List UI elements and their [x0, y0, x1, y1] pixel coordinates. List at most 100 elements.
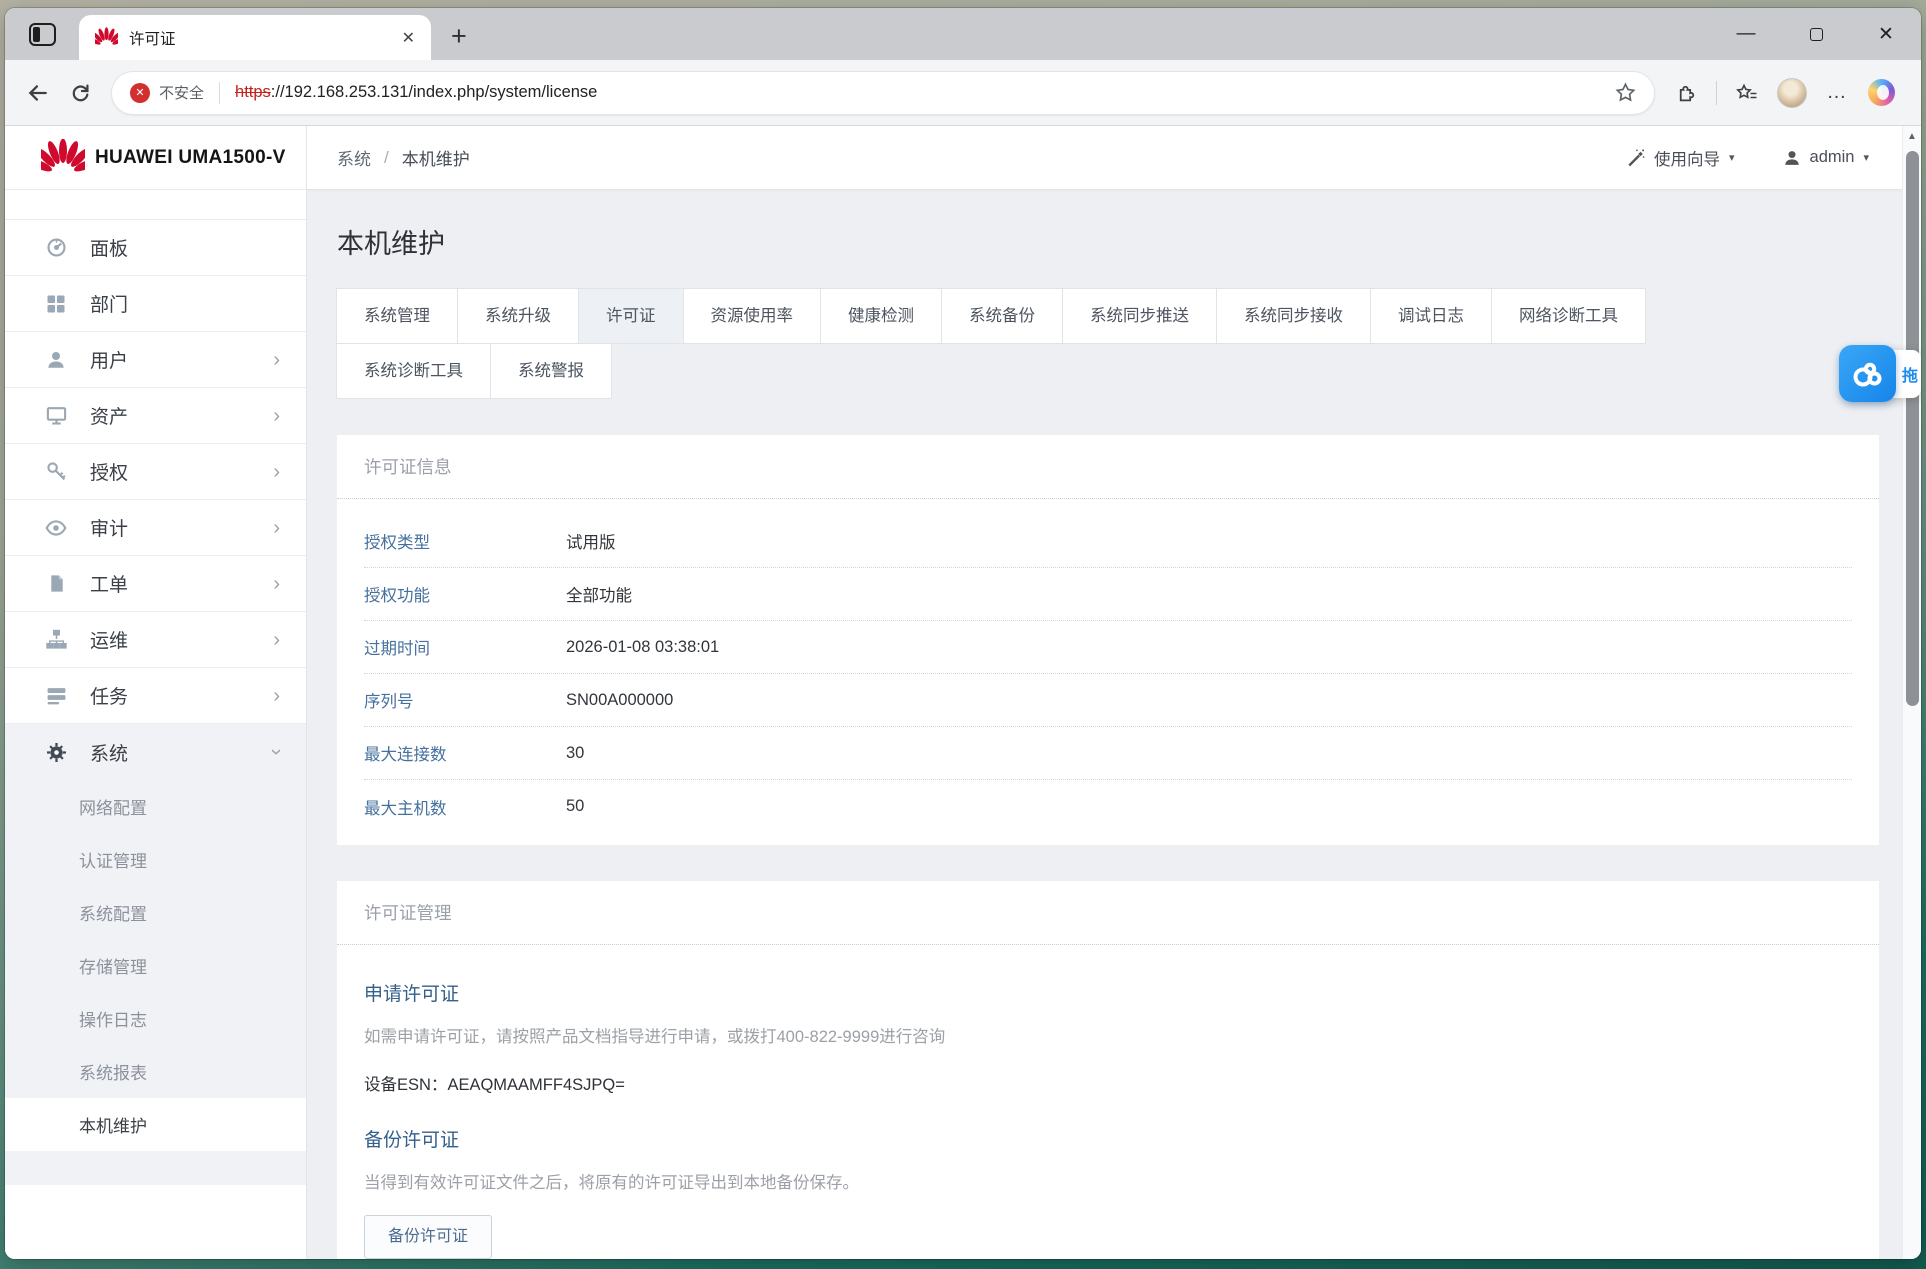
refresh-button[interactable]	[59, 72, 101, 114]
tab-title: 许可证	[129, 27, 391, 49]
doc-icon	[45, 573, 67, 595]
tab-network-diag[interactable]: 网络诊断工具	[1491, 288, 1646, 344]
url-scheme-struck: https	[235, 83, 271, 101]
backup-license-heading: 备份许可证	[364, 1125, 1852, 1152]
user-label: admin	[1810, 148, 1855, 167]
device-esn-label: 设备ESN：	[364, 1076, 447, 1094]
tab-resource-usage[interactable]: 资源使用率	[683, 288, 822, 344]
tab-sync-receive[interactable]: 系统同步接收	[1216, 288, 1371, 344]
header-actions: 使用向导 ▾ admin ▾	[1588, 146, 1869, 170]
sidebar-item-audit[interactable]: 审计 ›	[5, 500, 306, 556]
license-mgmt-card: 许可证管理 申请许可证 如需申请许可证，请按照产品文档指导进行申请，或拨打400…	[337, 881, 1879, 1259]
user-icon	[1783, 149, 1801, 167]
page-scrollbar[interactable]: ▲	[1902, 126, 1921, 1259]
puzzle-icon	[1676, 82, 1697, 103]
sidebar-item-asset[interactable]: 资产 ›	[5, 388, 306, 444]
main-area: 系统 / 本机维护 使用向导 ▾	[307, 126, 1921, 1259]
tab-system-alert[interactable]: 系统警报	[490, 343, 612, 399]
key-icon	[45, 461, 67, 483]
sidebar-subitem-auth-mgmt[interactable]: 认证管理	[5, 833, 306, 886]
sidebar-item-ticket[interactable]: 工单 ›	[5, 556, 306, 612]
sidebar-subitem-system-report[interactable]: 系统报表	[5, 1045, 306, 1098]
url-text[interactable]: https://192.168.253.131/index.php/system…	[235, 83, 1615, 102]
address-divider	[219, 82, 220, 104]
browser-tab[interactable]: 许可证 ✕	[79, 15, 431, 60]
bookmark-button[interactable]	[1615, 82, 1636, 103]
toolbar-divider	[1716, 81, 1717, 105]
brand-logo-block: HUAWEI UMA1500-V	[5, 126, 306, 190]
refresh-icon	[70, 82, 91, 103]
sidebar-item-task[interactable]: 任务 ›	[5, 668, 306, 724]
tab-sync-push[interactable]: 系统同步推送	[1062, 288, 1217, 344]
netdisk-float-button[interactable]	[1839, 345, 1896, 402]
eye-icon	[45, 517, 67, 539]
sidebar-subitem-system-config[interactable]: 系统配置	[5, 886, 306, 939]
tab-system-mgmt[interactable]: 系统管理	[336, 288, 458, 344]
huawei-favicon-icon	[95, 27, 118, 48]
backup-license-button[interactable]: 备份许可证	[364, 1215, 492, 1259]
wizard-menu[interactable]: 使用向导 ▾	[1626, 146, 1735, 170]
monitor-icon	[45, 405, 67, 427]
user-caret-icon: ▾	[1863, 151, 1869, 164]
sidebar-item-authorization[interactable]: 授权 ›	[5, 444, 306, 500]
sidebar-item-ops[interactable]: 运维 ›	[5, 612, 306, 668]
device-esn-line: 设备ESN：AEAQMAAMFF4SJPQ=	[364, 1071, 1852, 1095]
sitemap-icon	[45, 629, 67, 651]
tab-system-diag[interactable]: 系统诊断工具	[336, 343, 491, 399]
huawei-logo-icon	[41, 139, 85, 177]
device-esn-value: AEAQMAAMFF4SJPQ=	[447, 1076, 624, 1094]
tab-actions-icon[interactable]	[29, 23, 56, 46]
sidebar-subitem-storage-mgmt[interactable]: 存储管理	[5, 939, 306, 992]
netdisk-cloud-icon	[1851, 359, 1885, 389]
license-info-row-item: 序列号 SN00A000000	[364, 674, 1852, 727]
license-info-row-item: 过期时间 2026-01-08 03:38:01	[364, 621, 1852, 674]
app-header: 系统 / 本机维护 使用向导 ▾	[307, 126, 1921, 190]
not-secure-icon: ✕	[130, 83, 150, 103]
maximize-button[interactable]	[1781, 8, 1851, 60]
license-mgmt-body: 申请许可证 如需申请许可证，请按照产品文档指导进行申请，或拨打400-822-9…	[337, 945, 1879, 1259]
sidebar-item-system[interactable]: 系统 ›	[5, 724, 306, 780]
sidebar-item-dashboard[interactable]: 面板	[5, 220, 306, 276]
sidebar-subitem-local-maintenance[interactable]: 本机维护	[5, 1098, 306, 1151]
chevron-icon: ›	[273, 574, 280, 594]
apply-license-heading: 申请许可证	[364, 979, 1852, 1006]
license-info-row-item: 最大主机数 50	[364, 780, 1852, 833]
tab-license[interactable]: 许可证	[578, 288, 684, 344]
license-info-title: 许可证信息	[337, 435, 1879, 499]
user-menu[interactable]: admin ▾	[1783, 148, 1869, 167]
tab-debug-log[interactable]: 调试日志	[1370, 288, 1492, 344]
magic-wand-icon	[1626, 148, 1645, 167]
sidebar-item-department[interactable]: 部门	[5, 276, 306, 332]
minimize-button[interactable]: —	[1711, 8, 1781, 60]
breadcrumb-root[interactable]: 系统	[337, 145, 371, 170]
profile-avatar[interactable]	[1777, 78, 1807, 108]
settings-more-button[interactable]: …	[1816, 72, 1858, 114]
scrollbar-up-icon[interactable]: ▲	[1903, 131, 1921, 142]
sidebar: HUAWEI UMA1500-V 面板 部门	[5, 126, 307, 1259]
extensions-button[interactable]	[1665, 72, 1707, 114]
copilot-icon[interactable]	[1868, 79, 1895, 106]
not-secure-label[interactable]: 不安全	[159, 82, 204, 103]
close-button[interactable]: ✕	[1851, 8, 1921, 60]
favorites-button[interactable]	[1726, 72, 1768, 114]
chevron-icon: ›	[273, 630, 280, 650]
sidebar-subitem-network-config[interactable]: 网络配置	[5, 780, 306, 833]
wizard-caret-icon: ▾	[1729, 151, 1735, 164]
sidebar-subitem-operation-log[interactable]: 操作日志	[5, 992, 306, 1045]
tab-system-upgrade[interactable]: 系统升级	[457, 288, 579, 344]
page-content: 本机维护 系统管理 系统升级 许可证 资源使用率 健康检测 系统备份	[307, 190, 1921, 1259]
back-button[interactable]	[17, 72, 59, 114]
chevron-icon: ›	[273, 686, 280, 706]
chevron-icon: ›	[273, 350, 280, 370]
tab-system-backup[interactable]: 系统备份	[941, 288, 1063, 344]
sidebar-item-user[interactable]: 用户 ›	[5, 332, 306, 388]
browser-window: 许可证 ✕ + — ✕ ✕ 不安全 https://192.168.253.13…	[5, 8, 1921, 1259]
tab-health-check[interactable]: 健康检测	[820, 288, 942, 344]
new-tab-button[interactable]: +	[451, 23, 467, 50]
page-title: 本机维护	[337, 222, 1879, 261]
user-icon	[45, 349, 67, 371]
tab-close-icon[interactable]: ✕	[402, 28, 415, 48]
address-bar[interactable]: ✕ 不安全 https://192.168.253.131/index.php/…	[111, 71, 1655, 115]
scrollbar-thumb[interactable]	[1906, 151, 1919, 706]
license-mgmt-title: 许可证管理	[337, 881, 1879, 945]
